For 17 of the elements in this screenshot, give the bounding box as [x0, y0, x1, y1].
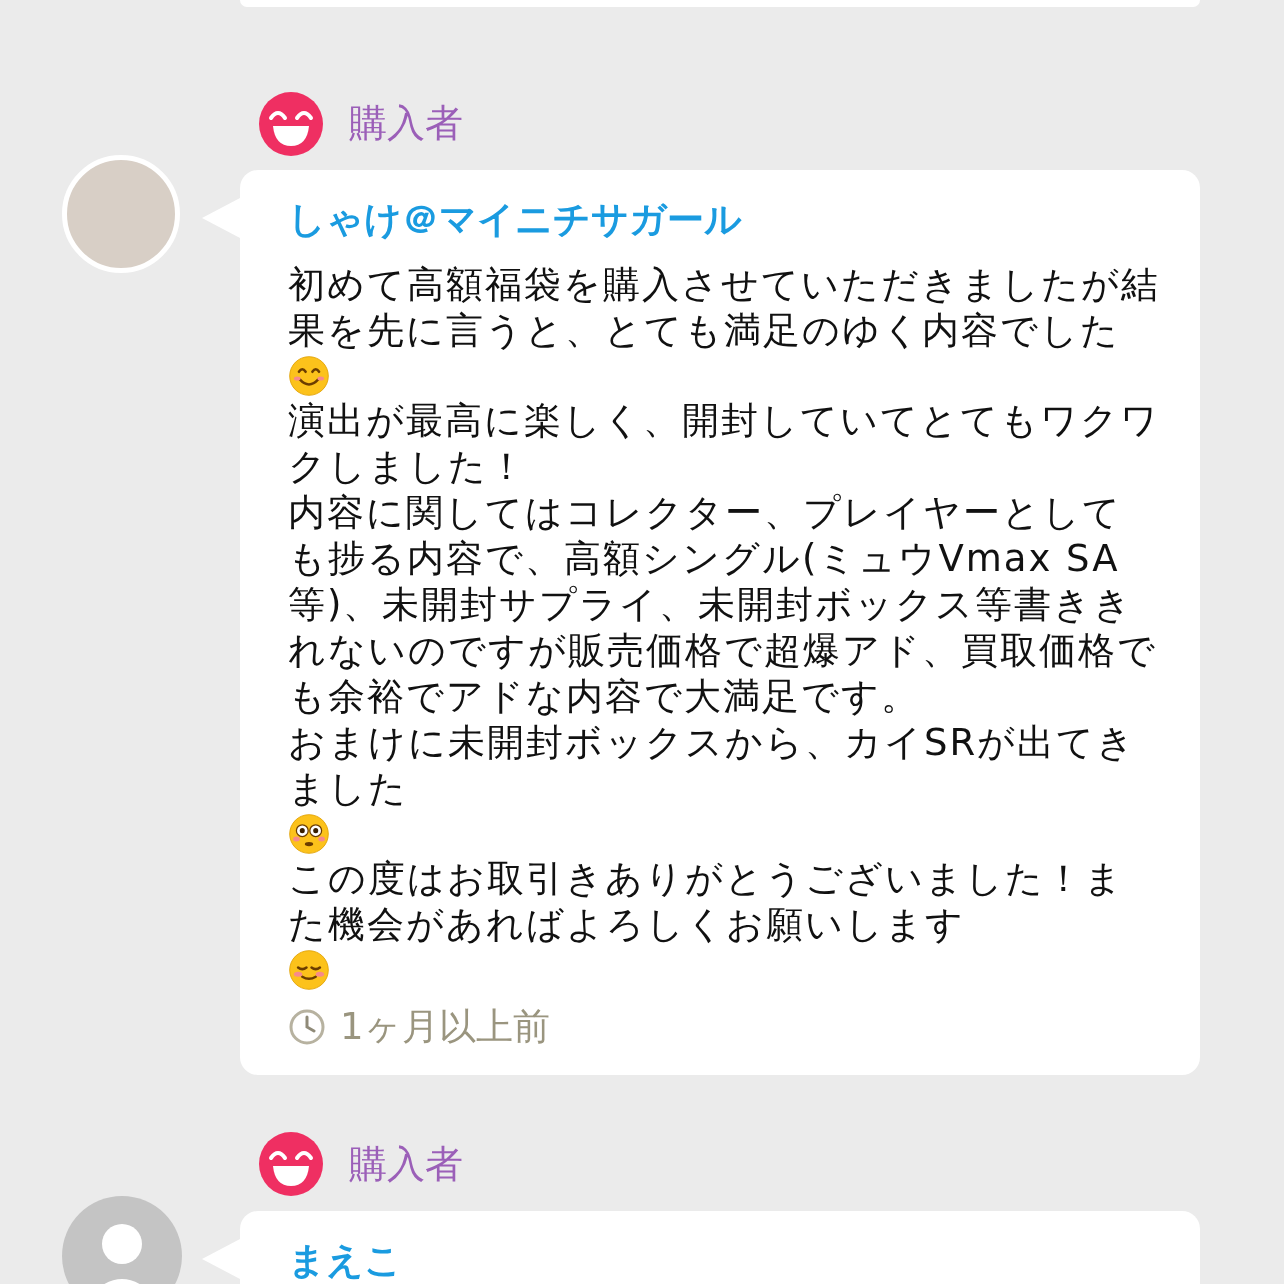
buyer-label: 購入者 [349, 100, 463, 147]
review-text: おまけに未開封ボックスから、カイSRが出てきました [288, 720, 1138, 812]
review-text: 初めて高額福袋を購入させていただきましたが結果を先に言うと、とても満足のゆく内容でした [288, 262, 1160, 354]
timestamp: 1ヶ月以上前 [340, 1004, 550, 1050]
smiling-face-icon [259, 91, 323, 156]
reviewer-name[interactable]: しゃけ＠マイニチサガール [288, 192, 1160, 248]
reviewer-name[interactable]: まえこ [288, 1232, 1160, 1284]
smiling-face-icon [259, 1132, 323, 1196]
review-text: この度はお取引きありがとうございました！また機会があればよろしくお願いします [288, 856, 1125, 948]
blushing-emoji-icon [288, 949, 330, 991]
clock-icon [288, 1007, 326, 1046]
buyer-label: 購入者 [349, 1140, 463, 1188]
default-avatar-icon [62, 1195, 182, 1284]
flushed-emoji-icon [288, 813, 330, 855]
smiling-emoji-icon [288, 355, 330, 397]
review-text: 内容に関してはコレクター、プレイヤーとしても捗る内容で、高額シングル(ミュウVmax SA等)、未開封サプライ、未開封ボックス等書ききれないのですが販売価格で超爆アド、買取価格でも余裕でアドな内容で大満足です。 [288, 490, 1158, 720]
review-text: 演出が最高に楽しく、開封していてとてもワクワクしました！ [288, 398, 1160, 490]
